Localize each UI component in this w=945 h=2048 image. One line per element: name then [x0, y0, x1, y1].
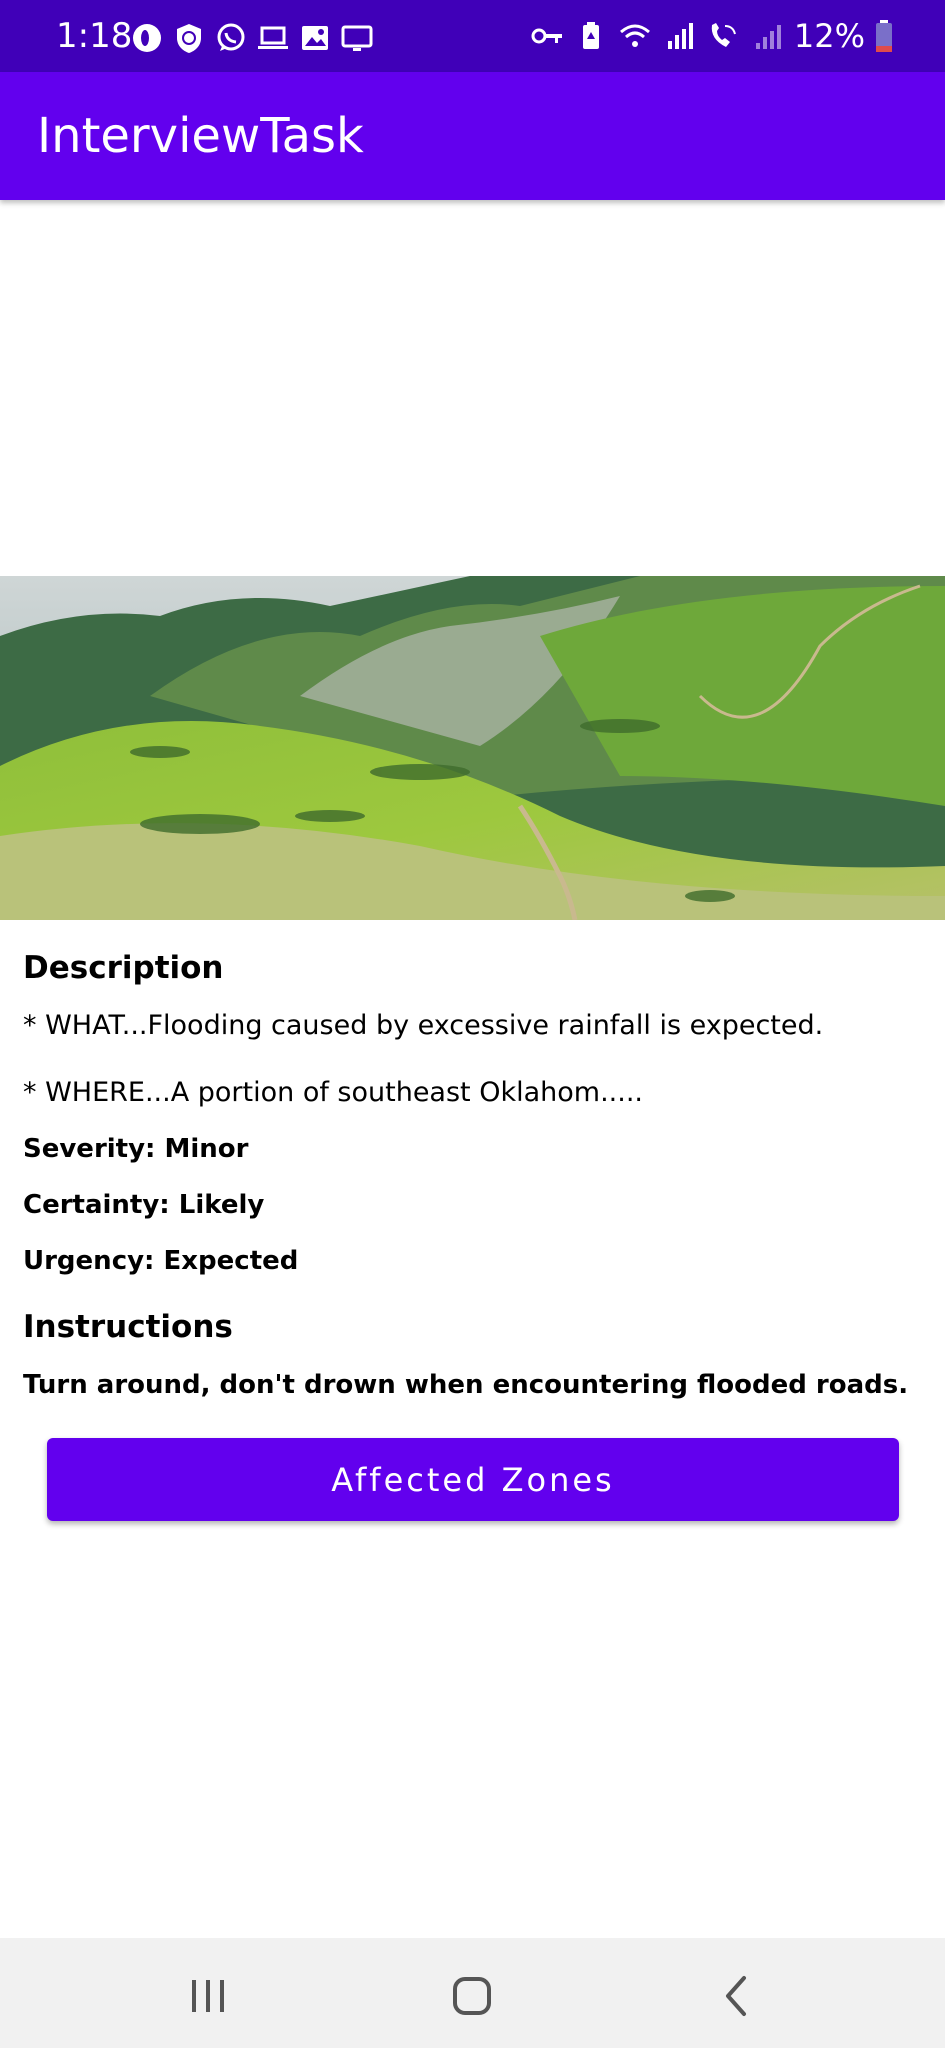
signal-2-icon — [755, 25, 781, 49]
key-icon — [531, 28, 562, 44]
wifi-icon — [619, 24, 650, 47]
app-title: InterviewTask — [37, 108, 364, 164]
laptop-icon — [258, 26, 288, 49]
severity-text: Severity: Minor — [23, 1134, 249, 1164]
whatsapp-icon — [217, 23, 245, 51]
status-time: 1:18 — [56, 16, 133, 56]
certainty-text: Certainty: Likely — [23, 1190, 265, 1220]
status-bar: 1:18 12% — [0, 0, 945, 72]
description-what: * WHAT...Flooding caused by excessive ra… — [23, 1010, 824, 1041]
affected-zones-button[interactable]: Affected Zones — [47, 1438, 899, 1521]
app-bar: InterviewTask — [0, 72, 945, 200]
battery-saver-icon — [582, 22, 599, 49]
opera-icon — [133, 24, 161, 52]
battery-percentage: 12% — [793, 17, 865, 55]
header-image — [0, 576, 945, 920]
recents-icon[interactable] — [178, 1966, 238, 2026]
system-icons: 12% — [530, 16, 893, 56]
affected-zones-label: Affected Zones — [331, 1460, 615, 1499]
instructions-text: Turn around, don't drown when encounteri… — [23, 1370, 909, 1400]
urgency-text: Urgency: Expected — [23, 1246, 299, 1276]
back-icon[interactable] — [706, 1966, 766, 2026]
vpn-shield-icon — [177, 24, 201, 53]
cast-screen-icon — [341, 25, 373, 51]
wifi-call-icon — [711, 23, 736, 47]
home-icon[interactable] — [442, 1966, 502, 2026]
description-where: * WHERE...A portion of southeast Oklahom… — [23, 1077, 643, 1108]
image-icon — [302, 26, 328, 50]
description-heading: Description — [23, 950, 224, 986]
battery-icon — [876, 20, 892, 52]
signal-icon — [667, 23, 693, 49]
notification-icons — [130, 20, 374, 56]
instructions-heading: Instructions — [23, 1309, 233, 1345]
navigation-bar — [0, 1938, 945, 2048]
